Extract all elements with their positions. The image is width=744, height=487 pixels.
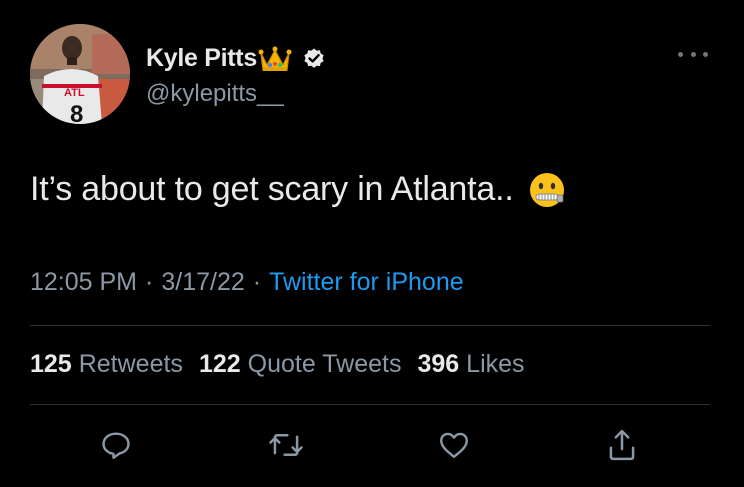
author-handle[interactable]: @kylepitts__ — [146, 80, 284, 108]
jersey-number: 8 — [70, 101, 83, 124]
likes-label[interactable]: Likes — [466, 350, 524, 379]
like-icon[interactable] — [434, 425, 474, 465]
tweet-text: It’s about to get scary in Atlanta.. — [30, 170, 514, 208]
divider — [30, 325, 710, 326]
avatar-photo: ATL 8 — [30, 24, 130, 124]
tweet-source-link[interactable]: Twitter for iPhone — [269, 268, 464, 297]
tweet-time[interactable]: 12:05 PM — [30, 268, 137, 297]
tweet-date[interactable]: 3/17/22 — [161, 268, 244, 297]
retweets-label[interactable]: Retweets — [79, 350, 183, 379]
retweet-icon[interactable] — [266, 425, 306, 465]
divider — [30, 404, 710, 405]
reply-icon[interactable] — [96, 425, 136, 465]
quote-tweets-count[interactable]: 122 — [199, 350, 241, 379]
tweet-actions-bar — [0, 425, 744, 465]
more-options-icon[interactable] — [678, 44, 708, 64]
share-icon[interactable] — [602, 425, 642, 465]
engagement-stats: 125 Retweets 122 Quote Tweets 396 Likes — [30, 350, 541, 379]
avatar[interactable]: ATL 8 — [30, 24, 130, 124]
author-name-row[interactable]: Kyle Pitts — [146, 42, 326, 74]
meta-separator: · — [145, 268, 154, 296]
jersey-text: ATL — [64, 87, 85, 99]
crown-icon — [258, 43, 292, 73]
retweets-count[interactable]: 125 — [30, 350, 72, 379]
tweet-text-row: It’s about to get scary in Atlanta.. — [30, 170, 566, 209]
zipper-mouth-face-icon — [528, 171, 566, 209]
likes-count[interactable]: 396 — [417, 350, 459, 379]
meta-separator: · — [252, 268, 262, 296]
display-name[interactable]: Kyle Pitts — [146, 44, 257, 73]
tweet-meta: 12:05 PM · 3/17/22 · Twitter for iPhone — [30, 268, 464, 297]
verified-badge-icon — [302, 46, 326, 70]
tweet-detail: ATL 8 Kyle Pitts @kylepitts__ It’s about… — [0, 0, 744, 487]
quote-tweets-label[interactable]: Quote Tweets — [248, 350, 402, 379]
